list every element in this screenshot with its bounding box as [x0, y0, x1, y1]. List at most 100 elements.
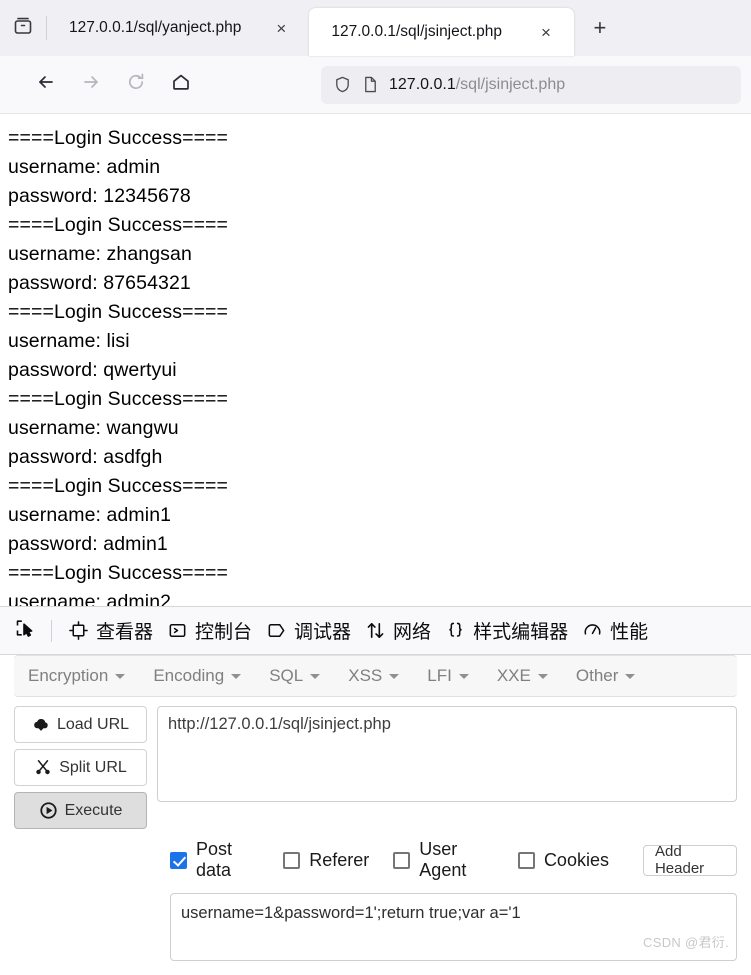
hackbar-menu-encoding[interactable]: Encoding: [153, 666, 242, 686]
cookies-checkbox[interactable]: [517, 851, 535, 869]
page-line: password: 87654321: [8, 272, 191, 294]
forward-button[interactable]: [71, 65, 111, 105]
chevron-down-icon: [537, 673, 548, 679]
hackbar-menu-encryption[interactable]: Encryption: [28, 666, 126, 686]
reload-button[interactable]: [116, 65, 156, 105]
post-data-label: Post data: [196, 839, 233, 880]
browser-tab-1-close-icon[interactable]: ×: [267, 14, 295, 42]
devtools-tab-network-label: 网络: [393, 622, 432, 643]
hackbar-menu-sql-label: SQL: [269, 666, 304, 685]
hackbar-url-input[interactable]: http://127.0.0.1/sql/jsinject.php: [157, 706, 737, 802]
post-data-checkbox-row[interactable]: Post data: [170, 839, 259, 881]
page-line: username: wangwu: [8, 417, 179, 439]
chevron-down-icon: [389, 673, 400, 679]
execute-button-label: Execute: [64, 801, 123, 819]
chevron-down-icon: [625, 673, 636, 679]
devtools-toolbar: 查看器 控制台 调试器 网络 样式编辑器 性能: [0, 606, 751, 654]
hackbar-menu-xxe-label: XXE: [496, 666, 531, 685]
devtools-tab-network[interactable]: 网络: [358, 611, 438, 651]
chevron-down-icon: [115, 673, 126, 679]
devtools-tab-style-editor-label: 样式编辑器: [473, 622, 569, 643]
hackbar-body: Load URL Split URL Execute http://127.0.…: [0, 697, 751, 835]
address-bar-host: 127.0.0.1: [389, 75, 456, 93]
element-picker-button[interactable]: [8, 614, 42, 648]
hackbar-menu-other-label: Other: [575, 666, 619, 685]
back-button[interactable]: [26, 65, 66, 105]
hackbar-panel: Encryption Encoding SQL XSS LFI XXE Othe…: [0, 654, 751, 961]
post-data-checkbox[interactable]: [170, 851, 187, 869]
hackbar-action-buttons: Load URL Split URL Execute: [14, 706, 152, 835]
address-bar[interactable]: 127.0.0.1/sql/jsinject.php: [321, 65, 741, 104]
cookies-checkbox-row[interactable]: Cookies: [517, 849, 609, 871]
tab-list-icon: [12, 15, 34, 42]
referer-label: Referer: [309, 849, 370, 870]
hackbar-menu-sql[interactable]: SQL: [269, 666, 321, 686]
page-line: ====Login Success====: [8, 562, 229, 584]
navigation-toolbar: 127.0.0.1/sql/jsinject.php: [0, 56, 751, 114]
shield-icon[interactable]: [333, 75, 352, 94]
hackbar-menu-lfi[interactable]: LFI: [427, 666, 469, 686]
page-line: ====Login Success====: [8, 214, 229, 236]
devtools-tab-debugger-label: 调试器: [294, 622, 352, 643]
browser-window: 127.0.0.1/sql/yanject.php × 127.0.0.1/sq…: [0, 0, 751, 961]
forward-arrow-icon: [80, 71, 102, 98]
page-line: username: admin: [8, 156, 161, 178]
devtools-tab-performance[interactable]: 性能: [575, 611, 655, 651]
home-icon: [170, 71, 192, 98]
browser-tab-1[interactable]: 127.0.0.1/sql/yanject.php ×: [47, 0, 309, 56]
cookies-label: Cookies: [543, 849, 609, 870]
user-agent-checkbox[interactable]: [393, 851, 411, 869]
add-header-button[interactable]: Add Header: [642, 843, 737, 877]
referer-checkbox[interactable]: [283, 851, 301, 869]
hackbar-post-data-wrapper: username=1&password=1';return true;var a…: [0, 881, 751, 961]
load-url-button[interactable]: Load URL: [14, 706, 147, 743]
devtools-tab-inspector-label: 查看器: [96, 622, 154, 643]
browser-tab-2[interactable]: 127.0.0.1/sql/jsinject.php ×: [309, 8, 574, 56]
chevron-down-icon: [458, 673, 469, 679]
devtools-tab-style-editor[interactable]: 样式编辑器: [438, 611, 575, 651]
cloud-download-icon: [32, 717, 50, 733]
browser-tab-2-close-icon[interactable]: ×: [532, 18, 560, 46]
page-line: ====Login Success====: [8, 388, 229, 410]
performance-icon: [582, 620, 603, 641]
hackbar-menu-other[interactable]: Other: [576, 666, 636, 686]
play-icon: [39, 801, 58, 820]
address-bar-url: 127.0.0.1/sql/jsinject.php: [389, 76, 565, 94]
devtools-tab-performance-label: 性能: [610, 622, 649, 643]
style-editor-icon: [445, 620, 466, 641]
hackbar-menu-xss[interactable]: XSS: [348, 666, 400, 686]
scissors-icon: [34, 759, 52, 776]
devtools-tab-debugger[interactable]: 调试器: [259, 611, 358, 651]
split-url-button[interactable]: Split URL: [14, 749, 147, 786]
browser-tab-1-title: 127.0.0.1/sql/yanject.php: [69, 19, 242, 36]
execute-button[interactable]: Execute: [14, 792, 147, 829]
new-tab-button[interactable]: +: [580, 8, 620, 48]
referer-checkbox-row[interactable]: Referer: [283, 850, 369, 871]
home-button[interactable]: [161, 65, 201, 105]
network-icon: [365, 620, 386, 641]
element-picker-icon: [14, 617, 36, 644]
console-icon: [167, 620, 188, 641]
debugger-icon: [266, 620, 287, 641]
page-line: password: asdfgh: [8, 446, 163, 468]
hackbar-menu-encryption-label: Encryption: [28, 666, 109, 685]
devtools-tab-console[interactable]: 控制台: [160, 611, 259, 651]
devtools-tab-console-label: 控制台: [195, 622, 253, 643]
hackbar-options-row: Post data Referer User Agent Cookies Add…: [0, 833, 751, 881]
page-line: username: admin2: [8, 591, 172, 606]
page-line: ====Login Success====: [8, 475, 229, 497]
split-url-button-label: Split URL: [59, 758, 127, 776]
page-line: ====Login Success====: [8, 301, 229, 323]
tab-list-button[interactable]: [0, 0, 46, 56]
hackbar-menu-xxe[interactable]: XXE: [497, 666, 548, 686]
devtools-tab-inspector[interactable]: 查看器: [61, 611, 160, 651]
page-icon[interactable]: [362, 75, 379, 94]
reload-icon: [125, 71, 147, 98]
address-bar-path: /sql/jsinject.php: [455, 75, 566, 93]
page-line: ====Login Success====: [8, 127, 229, 149]
browser-tab-2-title: 127.0.0.1/sql/jsinject.php: [331, 23, 502, 40]
user-agent-checkbox-row[interactable]: User Agent: [393, 839, 494, 881]
hackbar-menu-xss-label: XSS: [348, 666, 383, 685]
back-arrow-icon: [35, 71, 57, 98]
chevron-down-icon: [231, 673, 242, 679]
